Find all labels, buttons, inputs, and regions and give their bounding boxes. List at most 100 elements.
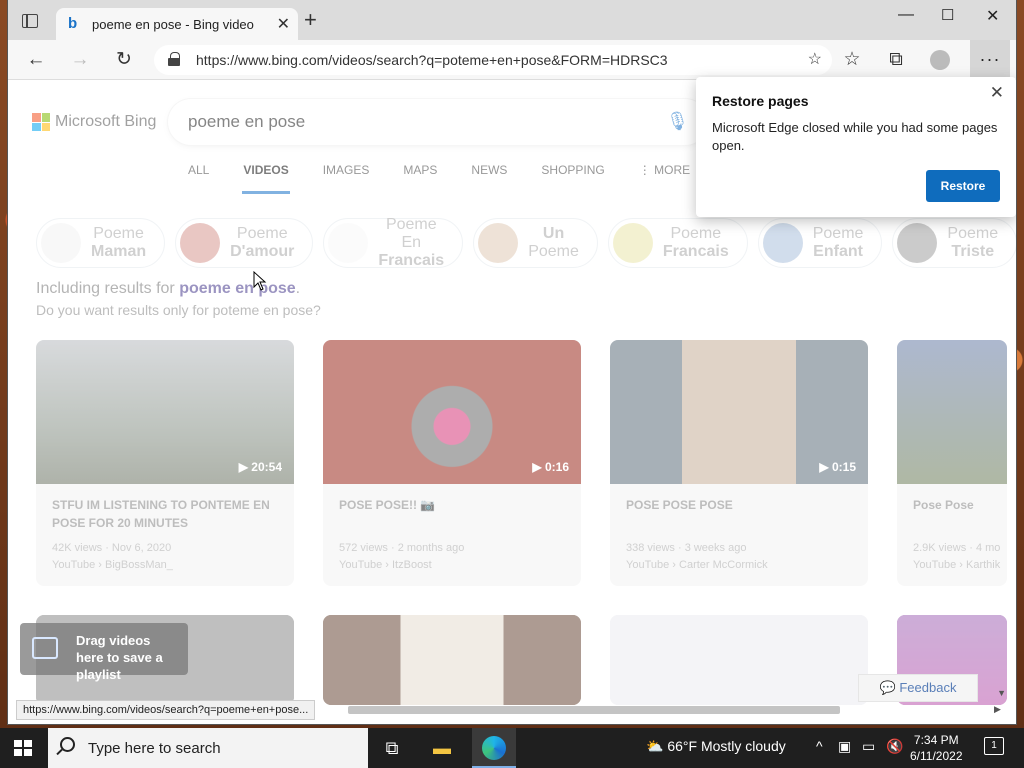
feedback-button[interactable]: 💬 Feedback [858, 674, 978, 702]
taskbar-search-placeholder[interactable]: Type here to search [88, 740, 221, 757]
chip-label: Un Poeme [528, 225, 579, 260]
bing-logo[interactable]: Microsoft Bing [32, 113, 156, 131]
close-tab-icon[interactable]: ✕ [277, 14, 290, 34]
chip-label: Poeme En Francais [378, 216, 445, 269]
weather-widget[interactable]: ⛅ 66°F Mostly cloudy [646, 738, 786, 755]
refresh-icon[interactable]: ↻ [112, 48, 136, 72]
video-card[interactable]: ▶ 0:15 POSE POSE POSE 338 views · 3 week… [610, 340, 868, 586]
video-title[interactable]: POSE POSE!! 📷 [339, 496, 565, 514]
search-input[interactable]: poeme en pose [188, 112, 305, 132]
video-card[interactable]: ▶ 20:54 STFU IM LISTENING TO PONTEME EN … [36, 340, 294, 586]
windows-taskbar: Type here to search ⧉ ▬ ⛅ 66°F Mostly cl… [0, 728, 1024, 768]
related-chip[interactable]: Poeme Enfant [757, 218, 883, 268]
address-url[interactable]: https://www.bing.com/videos/search?q=pot… [196, 52, 668, 68]
chip-thumbnail [762, 223, 803, 263]
horizontal-scrollbar[interactable] [348, 706, 840, 714]
related-searches: Poeme Maman Poeme D'amour Poeme En Francais… [36, 216, 1016, 269]
edge-window: b poeme en pose - Bing video ✕ + — ☐ ✕ ←… [8, 0, 1016, 724]
notifications-icon[interactable]: 1 [984, 737, 1004, 755]
video-thumbnail[interactable]: ▶ 0:16 [323, 340, 581, 484]
microphone-icon[interactable]: 🎙 [666, 111, 689, 132]
related-chip[interactable]: Poeme D'amour [175, 218, 314, 268]
video-thumbnail[interactable]: ▶ [610, 615, 868, 705]
search-box[interactable]: poeme en pose 🎙 [168, 99, 708, 145]
including-term-link[interactable]: poeme en pose [179, 280, 295, 297]
mouse-cursor-icon [253, 271, 267, 291]
lock-icon[interactable] [168, 52, 180, 66]
video-meta: 42K views · Nov 6, 2020 YouTube › BigBoss… [52, 542, 173, 571]
scroll-right-icon[interactable]: ▶ [994, 704, 1001, 715]
close-popup-icon[interactable]: ✕ [990, 83, 1004, 103]
video-card[interactable] [323, 615, 581, 705]
related-chip[interactable]: Poeme Triste [892, 218, 1016, 268]
chip-thumbnail [612, 223, 653, 263]
nav-news[interactable]: NEWS [471, 163, 507, 193]
video-thumbnail[interactable]: ▶ 20:54 [36, 340, 294, 484]
microsoft-logo-icon [32, 113, 50, 131]
only-results-link[interactable]: Do you want results only for poteme en p… [36, 302, 321, 318]
close-window-icon[interactable]: ✕ [986, 6, 999, 26]
restore-button[interactable]: Restore [926, 170, 1000, 202]
nav-shopping[interactable]: SHOPPING [541, 163, 604, 193]
system-clock[interactable]: 7:34 PM 6/11/2022 [910, 732, 963, 764]
related-chip[interactable]: Poeme Francais [607, 218, 748, 268]
chip-label: Poeme D'amour [230, 225, 295, 260]
video-card[interactable]: ▶ 0:16 POSE POSE!! 📷 572 views · 2 month… [323, 340, 581, 586]
browser-tab[interactable]: b poeme en pose - Bing video ✕ [56, 8, 298, 40]
file-explorer-icon[interactable]: ▬ [430, 736, 454, 760]
video-meta: 572 views · 2 months ago YouTube › ItzBoo… [339, 542, 465, 571]
video-meta: 2.9K views · 4 mo YouTube › Karthik [913, 542, 1001, 571]
related-chip[interactable]: Poeme Maman [36, 218, 166, 268]
taskbar-edge-button[interactable] [472, 728, 516, 768]
address-bar[interactable]: https://www.bing.com/videos/search?q=pot… [154, 45, 832, 75]
video-thumbnail[interactable] [323, 615, 581, 705]
chip-label: Poeme Francais [662, 225, 729, 260]
maximize-icon[interactable]: ☐ [941, 6, 954, 24]
show-hidden-icons-icon[interactable]: ^ [816, 738, 823, 754]
favorites-icon[interactable]: ☆ [840, 48, 864, 72]
profile-avatar-icon[interactable] [928, 48, 952, 72]
video-thumbnail[interactable]: ▶ 0:15 [610, 340, 868, 484]
volume-muted-icon[interactable]: 🔇 [886, 738, 903, 755]
drag-text: Drag videos here to save a playlist [76, 633, 163, 682]
video-title[interactable]: STFU IM LISTENING TO PONTEME EN POSE FOR… [52, 496, 278, 532]
chip-thumbnail [328, 223, 369, 263]
video-thumbnail[interactable] [897, 340, 1007, 484]
chip-thumbnail [897, 223, 938, 263]
video-duration: ▶ 0:15 [819, 460, 856, 474]
scroll-down-icon[interactable]: ▼ [997, 688, 1006, 698]
settings-more-icon[interactable]: ··· [970, 40, 1010, 80]
video-title[interactable]: Pose Pose [913, 496, 991, 514]
meet-now-icon[interactable]: ▣ [838, 738, 851, 755]
nav-images[interactable]: IMAGES [323, 163, 370, 193]
nav-all[interactable]: ALL [188, 163, 209, 193]
video-title[interactable]: POSE POSE POSE [626, 496, 852, 514]
collections-icon[interactable]: ⧉ [884, 48, 908, 72]
status-bar-url: https://www.bing.com/videos/search?q=poe… [16, 700, 316, 720]
playlist-drop-zone[interactable]: Drag videos here to save a playlist [20, 623, 188, 682]
nav-more[interactable]: ⋮ MORE [639, 163, 690, 193]
taskbar-search[interactable]: Type here to search [48, 728, 368, 768]
logo-text: Microsoft Bing [55, 113, 157, 130]
video-duration: ▶ 0:16 [532, 460, 569, 474]
windows-start-icon[interactable] [14, 740, 32, 756]
nav-maps[interactable]: MAPS [403, 163, 437, 193]
network-icon[interactable]: ▭ [862, 738, 875, 755]
add-favorite-icon[interactable]: ☆ [808, 49, 822, 69]
forward-icon[interactable]: → [68, 48, 92, 72]
tab-actions-icon[interactable] [22, 14, 38, 28]
browser-toolbar: ← → ↻ https://www.bing.com/videos/search… [8, 40, 1016, 80]
minimize-icon[interactable]: — [898, 6, 914, 24]
related-chip[interactable]: Poeme En Francais [323, 216, 464, 269]
search-nav: ALL VIDEOS IMAGES MAPS NEWS SHOPPING ⋮ M… [188, 163, 724, 194]
video-card[interactable]: Pose Pose 2.9K views · 4 mo YouTube › Kar… [897, 340, 1007, 586]
back-icon[interactable]: ← [24, 48, 48, 72]
task-view-icon[interactable]: ⧉ [380, 736, 404, 760]
chip-label: Poeme Triste [947, 225, 999, 260]
nav-videos[interactable]: VIDEOS [242, 163, 291, 194]
chip-thumbnail [41, 223, 81, 263]
video-card[interactable]: ▶ [610, 615, 868, 705]
new-tab-icon[interactable]: + [304, 9, 317, 31]
related-chip[interactable]: Un Poeme [473, 218, 598, 268]
video-duration: ▶ 20:54 [238, 460, 282, 474]
